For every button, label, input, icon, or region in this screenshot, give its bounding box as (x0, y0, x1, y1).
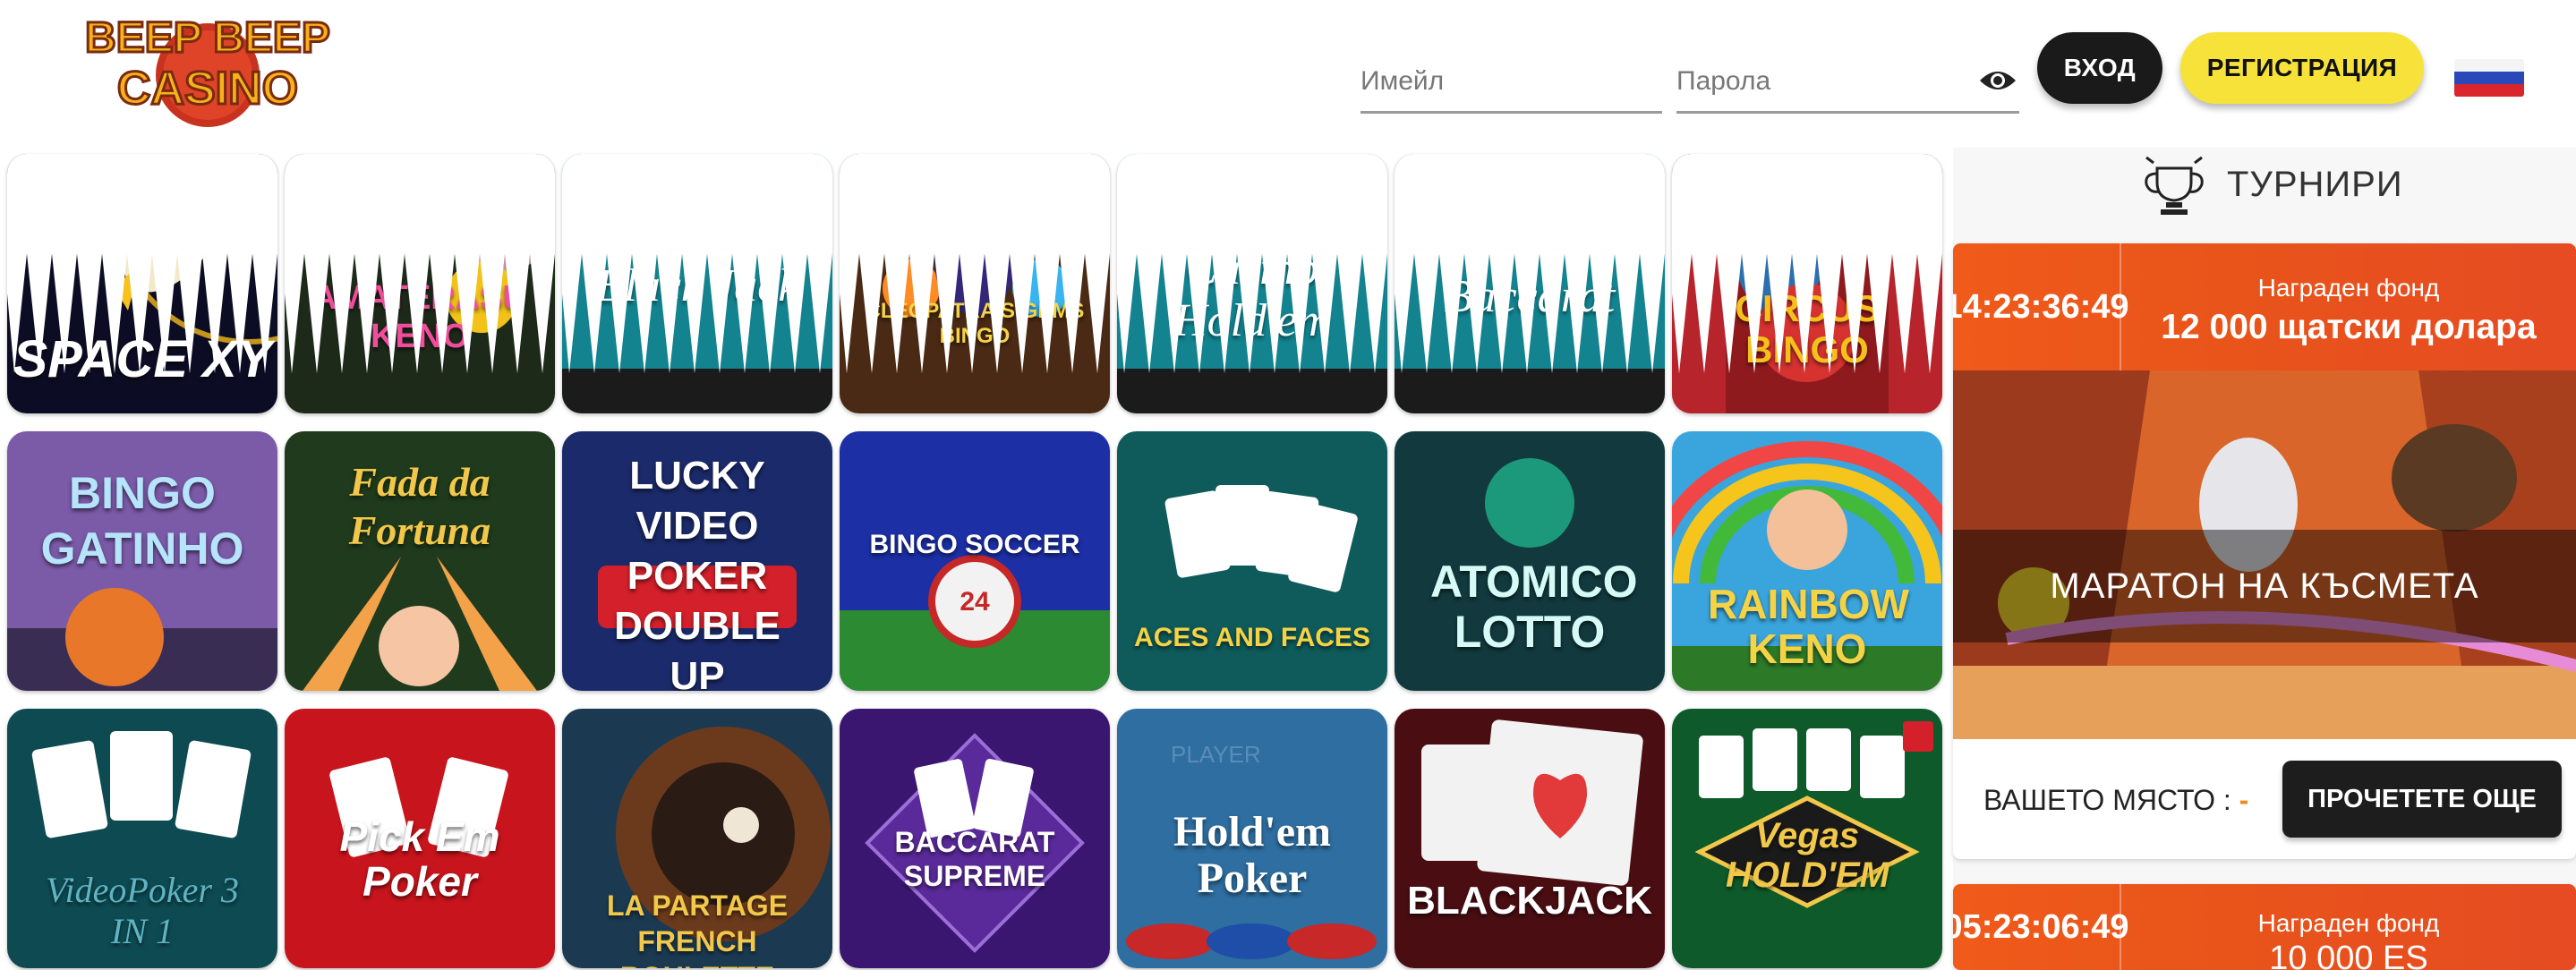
game-tile-videopoker-3in1[interactable]: VideoPoker 3 IN 1 (7, 709, 277, 968)
prize-fund-label: Награден фонд (2257, 909, 2440, 937)
password-field[interactable] (1676, 55, 2019, 114)
game-tile-atomico-lotto[interactable]: ATOMICO LOTTO (1395, 431, 1665, 691)
game-tile-pick-em-poker[interactable]: Pick Em Poker (285, 709, 555, 968)
game-tile-lucky-video-poker[interactable]: LUCKY VIDEO POKER DOUBLE UP (562, 431, 832, 691)
game-title: LUCKY VIDEO POKER DOUBLE UP (614, 454, 780, 691)
prize-fund: Награден фонд 10 000 ES (2121, 884, 2576, 970)
trophy-icon (2145, 156, 2204, 215)
tournament-banner[interactable]: МАРАТОН НА КЪСМЕТА (1953, 370, 2576, 739)
svg-text:PLAYER: PLAYER (1171, 741, 1261, 768)
your-place-label: ВАШЕТО МЯСТО : (1983, 784, 2231, 816)
game-title: VideoPoker 3 IN 1 (46, 870, 239, 951)
game-tile-space-xy[interactable]: SPACE XY (7, 154, 277, 413)
svg-text:24: 24 (960, 587, 990, 617)
game-tile-la-partage[interactable]: LA PARTAGE FRENCH ROULETTE (562, 709, 832, 968)
tournaments-title: ТУРНИРИ (2227, 165, 2403, 204)
game-tile-circus-bingo[interactable]: CIRCUS BINGO (1672, 154, 1942, 413)
game-tile-fada-da-fortuna[interactable]: Fada da Fortuna (285, 431, 555, 691)
game-tile-rainbow-keno[interactable]: RAINBOW KENO (1672, 431, 1942, 691)
read-more-button[interactable]: ПРОЧЕТЕТЕ ОЩЕ (2282, 761, 2562, 838)
countdown-timer: 14:23:36:49 (1953, 243, 2129, 370)
tournaments-header: ТУРНИРИ (2137, 150, 2442, 218)
casino-logo[interactable]: BEEP BEEP CASINO (73, 7, 342, 134)
game-title: Hold'em Poker (1173, 808, 1331, 902)
game-title: RAINBOW KENO (1708, 581, 1909, 672)
prize-fund: Награден фонд 12 000 щатски долара (2121, 243, 2576, 370)
game-title: ATOMICO LOTTO (1430, 557, 1638, 657)
countdown-timer: 05:23:06:49 (1953, 884, 2129, 970)
game-title: Vegas HOLD'EM (1726, 816, 1889, 895)
tournament-card-header: 05:23:06:49 Награден фонд 10 000 ES (1953, 884, 2576, 970)
your-place: ВАШЕТО МЯСТО : - (1983, 784, 2248, 817)
game-tile-bingo-gatinho[interactable]: BINGO GATINHO (7, 431, 277, 691)
prize-fund-label: Награден фонд (2257, 274, 2440, 302)
logo-graphic: BEEP BEEP CASINO (84, 13, 331, 127)
game-title: BINGO SOCCER (869, 530, 1080, 559)
game-grid: SPACE XY AMATERASU KENO ★ ★ ★ ★ Black Ja… (7, 154, 1945, 970)
game-tile-aces-and-faces[interactable]: ACES AND FACES (1117, 431, 1387, 691)
password-input[interactable] (1676, 55, 2019, 107)
tournament-card[interactable]: 14:23:36:49 Награден фонд 12 000 щатски … (1953, 243, 2576, 859)
game-title: BLACKJACK (1407, 879, 1652, 923)
game-title: Pick Em Poker (339, 813, 500, 905)
game-tile-blackjack[interactable]: BLACKJACK (1395, 709, 1665, 968)
tournament-banner-title: МАРАТОН НА КЪСМЕТА (1953, 530, 2576, 642)
game-title: BACCARAT SUPREME (894, 826, 1055, 892)
game-tile-vegas-holdem[interactable]: Vegas HOLD'EM (1672, 709, 1942, 968)
game-tile-baccarat-supreme[interactable]: BACCARAT SUPREME (840, 709, 1110, 968)
game-tile-baccarat[interactable]: ★ ★ ★ ★ Baccarat (1395, 154, 1665, 413)
game-title: BINGO GATINHO (40, 468, 244, 574)
game-tile-holdem-poker[interactable]: PLAYER Hold'em Poker (1117, 709, 1387, 968)
email-input[interactable] (1361, 55, 1662, 107)
game-tile-cleopatras-gems-bingo[interactable]: CLEOPATRA'S GEMS BINGO (840, 154, 1110, 413)
eye-icon[interactable] (1978, 66, 2017, 95)
email-field[interactable] (1361, 55, 1662, 114)
svg-text:BEEP BEEP: BEEP BEEP (85, 14, 330, 62)
game-tile-bingo-soccer[interactable]: 24 BINGO SOCCER (840, 431, 1110, 691)
game-title: Fada da Fortuna (348, 459, 491, 553)
language-flag-icon[interactable] (2454, 59, 2524, 97)
game-tile-black-jack[interactable]: ★ ★ ★ ★ Black Jack (562, 154, 832, 413)
your-place-value: - (2239, 784, 2249, 816)
prize-fund-value: 10 000 ES (2269, 940, 2428, 970)
prize-fund-value: 12 000 щатски долара (2161, 308, 2537, 346)
tournament-card[interactable]: 05:23:06:49 Награден фонд 10 000 ES (1953, 884, 2576, 970)
game-title: ACES AND FACES (1134, 623, 1370, 652)
register-button[interactable]: РЕГИСТРАЦИЯ (2180, 32, 2424, 104)
game-tile-casino-holdem[interactable]: ★ ★ ★ ★ Casino Hold'em (1117, 154, 1387, 413)
header: BEEP BEEP CASINO ВХОД РЕГИСТРАЦИЯ (0, 0, 2576, 148)
login-button[interactable]: ВХОД (2037, 32, 2162, 104)
game-tile-amaterasu-keno[interactable]: AMATERASU KENO (285, 154, 555, 413)
tournament-card-header: 14:23:36:49 Награден фонд 12 000 щатски … (1953, 243, 2576, 370)
game-title: LA PARTAGE FRENCH ROULETTE (606, 889, 789, 968)
svg-text:CASINO: CASINO (117, 63, 298, 115)
